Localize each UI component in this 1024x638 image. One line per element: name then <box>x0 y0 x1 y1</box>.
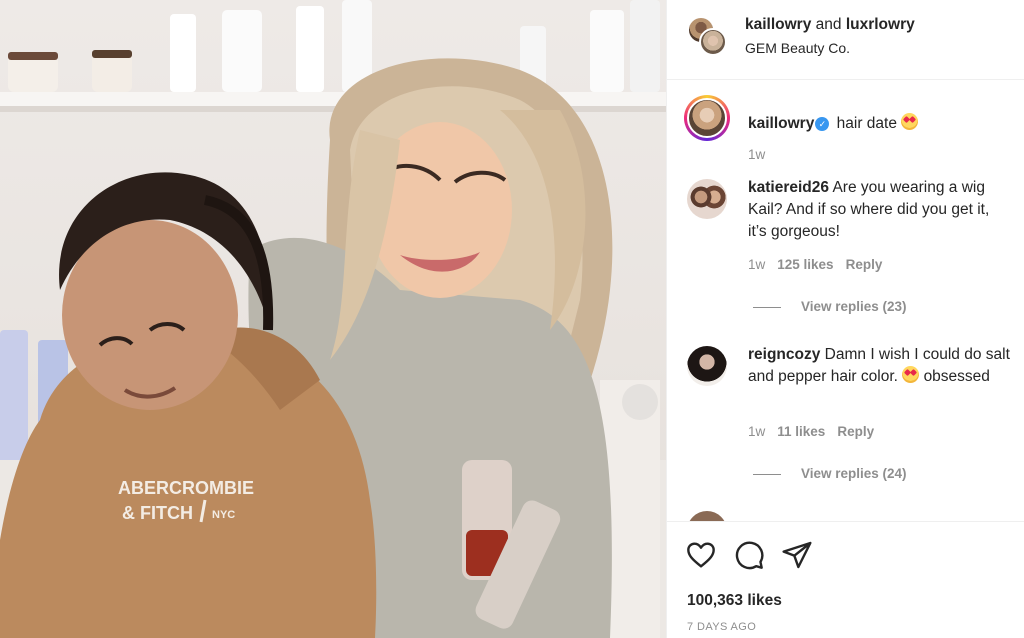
view-replies-label: View replies (24) <box>801 466 907 481</box>
location-link[interactable]: GEM Beauty Co. <box>745 40 850 56</box>
comment-likes[interactable]: 11 likes <box>777 424 825 439</box>
product-bottle <box>170 14 196 92</box>
likes-count[interactable]: 100,363 likes <box>687 592 782 610</box>
post-authors: kaillowry and luxrlowry <box>745 16 915 34</box>
reply-button[interactable]: Reply <box>837 424 874 439</box>
verified-badge-icon: ✓ <box>815 117 830 131</box>
comment-username[interactable]: reigncozy <box>748 346 820 363</box>
heart-eyes-emoji-icon <box>902 366 920 383</box>
sweatshirt-text-1: ABERCROMBIE <box>118 478 254 498</box>
caption-time[interactable]: 1w <box>748 147 765 162</box>
comment-likes[interactable]: 125 likes <box>777 257 833 272</box>
avatar[interactable] <box>687 179 727 219</box>
author-link-1[interactable]: kaillowry <box>745 16 811 33</box>
heart-icon[interactable] <box>685 539 717 571</box>
view-replies-button[interactable]: View replies (24) <box>753 466 907 481</box>
avatar[interactable] <box>687 346 727 386</box>
comments-list[interactable]: kaillowry ✓ hair date 1w katiereid26 Are … <box>667 81 1024 521</box>
photo-illustration: ABERCROMBIE & FITCH NYC <box>0 0 666 638</box>
comment-icon[interactable] <box>733 539 765 571</box>
post-photo[interactable]: ABERCROMBIE & FITCH NYC <box>0 0 666 638</box>
share-icon[interactable] <box>781 539 813 571</box>
heart-eyes-emoji-icon <box>901 113 919 130</box>
comment-time[interactable]: 1w <box>748 257 765 272</box>
caption-username[interactable]: kaillowry <box>748 115 814 132</box>
sweatshirt-text-3: NYC <box>212 509 235 521</box>
authors-joiner: and <box>811 16 846 33</box>
reply-button[interactable]: Reply <box>846 257 883 272</box>
view-replies-label: View replies (23) <box>801 299 907 314</box>
avatar[interactable] <box>699 28 727 56</box>
author-link-2[interactable]: luxrlowry <box>846 16 915 33</box>
avatar[interactable] <box>687 511 727 521</box>
post-actions: 100,363 likes 7 DAYS AGO <box>667 521 1024 638</box>
caption-text: hair date <box>836 115 897 132</box>
divider <box>753 473 781 475</box>
comment-time[interactable]: 1w <box>748 424 765 439</box>
post-timestamp[interactable]: 7 DAYS AGO <box>687 621 756 633</box>
collab-avatars[interactable] <box>687 16 729 58</box>
comment-username[interactable]: katiereid26 <box>748 179 829 196</box>
avatar[interactable] <box>684 95 730 141</box>
comment-text-end: obsessed <box>923 368 990 385</box>
post-header: kaillowry and luxrlowry GEM Beauty Co. <box>667 0 1024 80</box>
divider <box>753 306 781 308</box>
post-side-panel: kaillowry and luxrlowry GEM Beauty Co. k… <box>666 0 1024 638</box>
sweatshirt-text-2: & FITCH <box>122 503 193 523</box>
view-replies-button[interactable]: View replies (23) <box>753 299 907 314</box>
